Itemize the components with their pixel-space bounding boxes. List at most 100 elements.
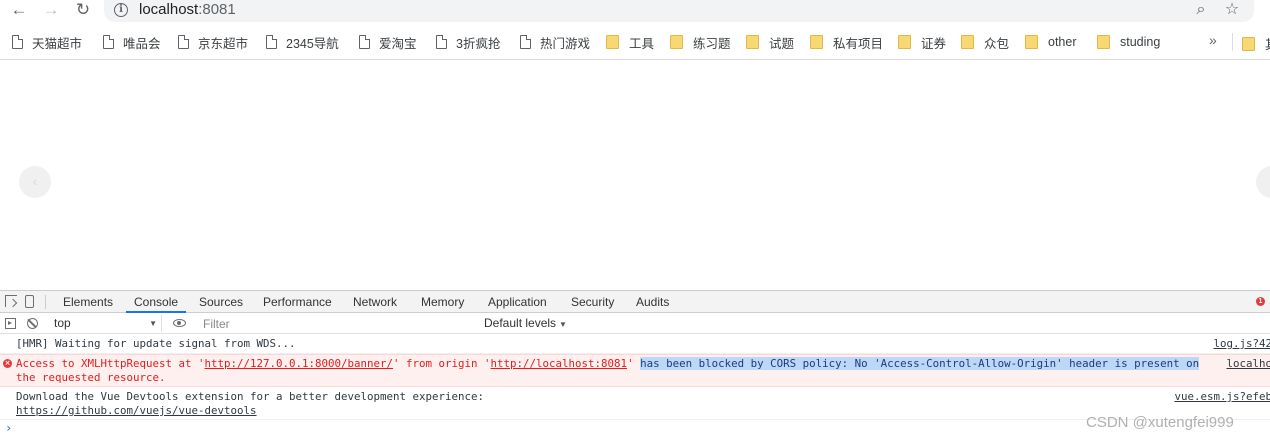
bookmark-folder[interactable]: 工具 [606, 34, 655, 51]
message-source-link[interactable]: log.js?42 [1213, 337, 1270, 351]
bookmark-folder-other[interactable]: 其 [1242, 34, 1270, 53]
bookmarks-bar: 天猫超市 唯品会 京东超市 2345导航 爱淘宝 3折疯抢 热门游戏 工具 练习… [0, 22, 1270, 60]
folder-icon [670, 35, 683, 49]
clear-console-icon[interactable] [27, 318, 38, 329]
tab-console[interactable]: Console [125, 291, 187, 313]
watermark: CSDN @xutengfei999 [1086, 414, 1234, 431]
devtools-tabbar: Elements Console Sources Performance Net… [0, 291, 1270, 313]
bookmark-label: 京东超市 [198, 36, 249, 51]
tab-memory[interactable]: Memory [421, 291, 464, 313]
page-icon [103, 35, 114, 49]
console-toolbar: top ▼ Default levels▼ [0, 313, 1270, 334]
message-source-link[interactable]: vue.esm.js?efeb [1174, 390, 1270, 404]
page-icon [520, 35, 531, 49]
page-viewport: ‹ [0, 61, 1270, 290]
console-error-message: × Access to XMLHttpRequest at 'http://12… [0, 354, 1270, 387]
vue-devtools-link[interactable]: https://github.com/vuejs/vue-devtools [16, 404, 257, 418]
zoom-icon: ⌕ [1196, 1, 1206, 18]
address-bar[interactable]: i localhost:8081 ⌕ ☆ [104, 0, 1254, 22]
sidebar-toggle-icon[interactable] [5, 318, 16, 329]
bookmark-item[interactable]: 3折疯抢 [436, 34, 501, 51]
eye-icon[interactable] [173, 319, 186, 327]
bookmark-label: other [1048, 35, 1077, 49]
page-icon [266, 35, 277, 49]
bookmark-label: 其 [1265, 34, 1270, 53]
carousel-prev-button[interactable]: ‹ [19, 166, 51, 198]
carousel-next-button[interactable] [1256, 166, 1270, 198]
tab-sources[interactable]: Sources [199, 291, 243, 313]
page-icon [436, 35, 447, 49]
bookmark-folder[interactable]: other [1025, 34, 1077, 50]
star-icon: ☆ [1224, 1, 1240, 18]
error-text-continued: the requested resource. [16, 371, 166, 384]
message-text: Download the Vue Devtools extension for … [16, 390, 485, 403]
bookmark-label: studing [1120, 35, 1161, 49]
page-icon [178, 35, 189, 49]
zoom-button[interactable]: ⌕ [1191, 0, 1211, 22]
toolbar-divider [45, 295, 46, 309]
tab-elements[interactable]: Elements [63, 291, 113, 313]
bookmark-label: 工具 [629, 36, 655, 51]
forward-button[interactable]: → [40, 0, 62, 22]
address-url[interactable]: localhost:8081 [139, 1, 236, 19]
folder-icon [961, 35, 974, 49]
bookmark-star-button[interactable]: ☆ [1222, 0, 1242, 22]
tab-audits[interactable]: Audits [636, 291, 669, 313]
bookmark-item[interactable]: 京东超市 [178, 34, 249, 51]
folder-icon [810, 35, 823, 49]
error-url-link[interactable]: http://127.0.0.1:8000/banner/ [205, 357, 394, 370]
log-levels-dropdown[interactable]: Default levels ▼ [484, 315, 567, 332]
error-highlighted-text: has been blocked by CORS policy: No 'Acc… [640, 357, 1200, 370]
context-selector[interactable]: top ▼ [46, 315, 162, 332]
folder-icon [898, 35, 911, 49]
bookmark-item[interactable]: 2345导航 [266, 34, 339, 51]
bookmark-label: 3折疯抢 [456, 36, 501, 51]
back-button[interactable]: ← [8, 0, 30, 22]
console-prompt[interactable]: › [5, 421, 12, 435]
device-toolbar-icon[interactable] [25, 295, 34, 308]
bookmark-folder[interactable]: 证券 [898, 34, 947, 51]
chevron-left-icon: ‹ [32, 173, 38, 189]
message-text: [HMR] Waiting for update signal from WDS… [16, 337, 296, 350]
bookmark-folder[interactable]: 试题 [746, 34, 794, 51]
tab-performance[interactable]: Performance [263, 291, 332, 313]
folder-icon [1242, 36, 1255, 51]
bookmark-folder[interactable]: 私有项目 [810, 34, 883, 51]
message-source-link[interactable]: localho [1226, 357, 1270, 371]
origin-url-link[interactable]: http://localhost:8081 [491, 357, 628, 370]
bookmark-folder[interactable]: 练习题 [670, 34, 731, 51]
bookmark-label: 唯品会 [123, 36, 161, 51]
tab-security[interactable]: Security [571, 291, 614, 313]
bookmark-label: 证券 [921, 36, 947, 51]
error-prefix: Access to XMLHttpRequest at ' [16, 357, 205, 370]
bookmark-item[interactable]: 天猫超市 [12, 34, 83, 51]
error-suffix: ' [627, 357, 641, 370]
console-message: [HMR] Waiting for update signal from WDS… [0, 335, 1270, 354]
tab-application[interactable]: Application [488, 291, 547, 313]
bookmark-item[interactable]: 热门游戏 [520, 34, 591, 51]
bookmark-folder[interactable]: 众包 [961, 34, 1010, 51]
console-filter-input[interactable] [197, 315, 477, 332]
bookmark-label: 天猫超市 [32, 36, 83, 51]
info-icon[interactable]: i [114, 3, 128, 17]
bookmarks-divider [1232, 33, 1233, 51]
tab-network[interactable]: Network [353, 291, 397, 313]
error-icon: × [3, 359, 12, 368]
arrow-left-icon: ← [10, 0, 28, 19]
error-count-badge[interactable]: 1 [1256, 297, 1265, 306]
bookmark-item[interactable]: 爱淘宝 [359, 34, 417, 51]
reload-button[interactable]: ↻ [72, 0, 94, 22]
bookmark-label: 众包 [984, 36, 1010, 51]
log-levels-label: Default levels [484, 316, 557, 330]
bookmark-folder[interactable]: studing [1097, 34, 1160, 50]
bookmark-label: 2345导航 [286, 36, 339, 51]
bookmarks-more-button[interactable]: » [1209, 32, 1217, 48]
console-message: Download the Vue Devtools extension for … [0, 388, 1270, 420]
inspect-element-icon[interactable] [5, 295, 17, 307]
bookmark-label: 热门游戏 [540, 36, 591, 51]
page-icon [359, 35, 370, 49]
error-middle: ' from origin ' [393, 357, 491, 370]
page-icon [12, 35, 23, 49]
reload-icon: ↻ [75, 0, 91, 19]
bookmark-item[interactable]: 唯品会 [103, 34, 161, 51]
